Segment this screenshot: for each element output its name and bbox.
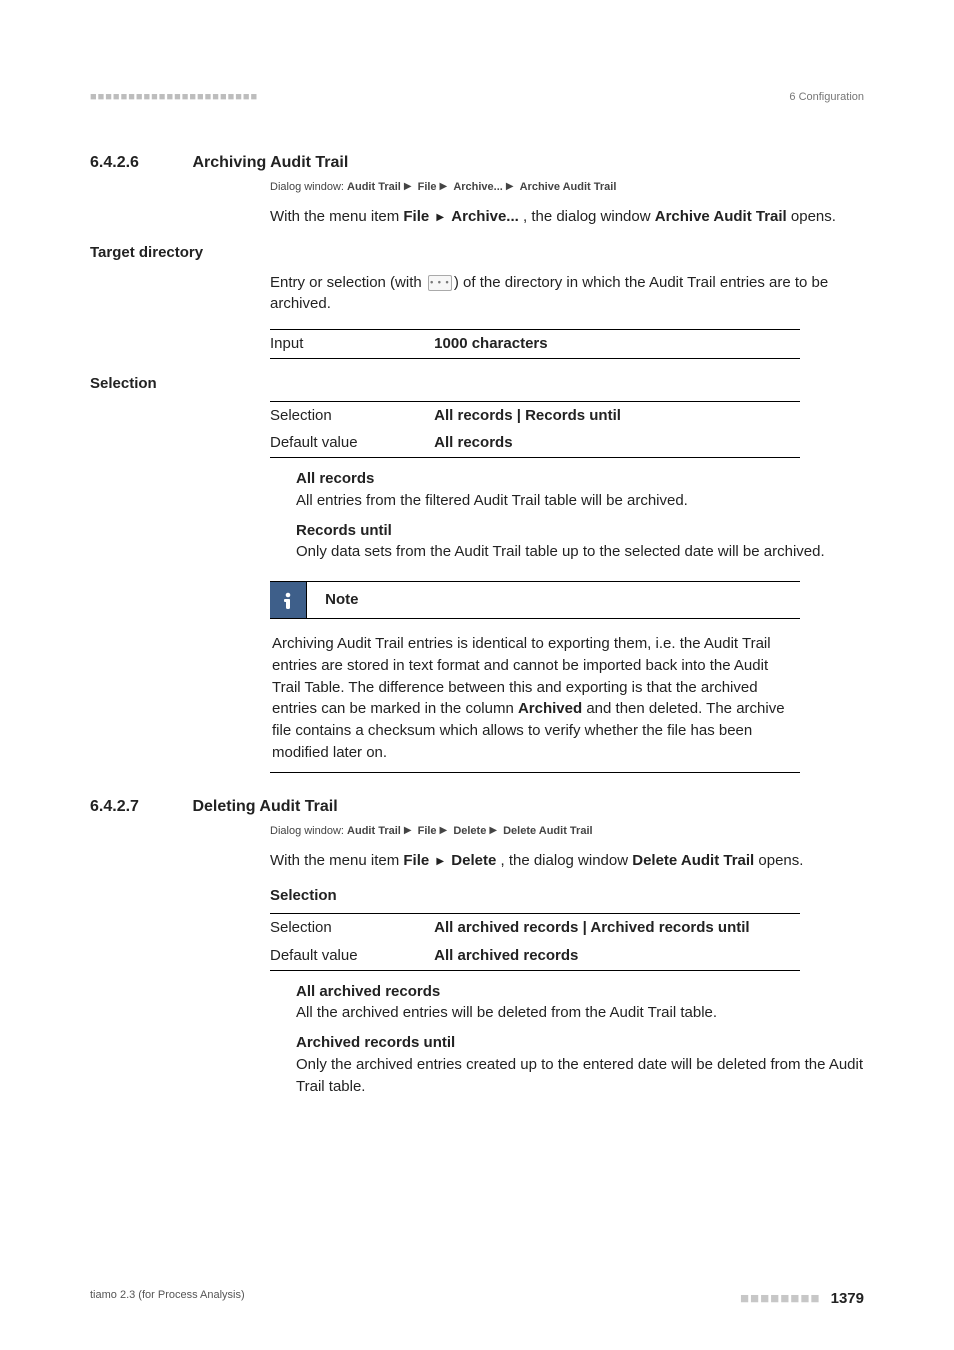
option-all-records: All records: [296, 468, 864, 490]
table-row: Selection All records | Records until: [270, 402, 800, 430]
intro-paragraph: With the menu item File ▶ Delete , the d…: [270, 850, 864, 872]
chevron-right-icon: ▶: [436, 211, 444, 226]
archived-column-label: Archived: [518, 700, 582, 717]
menu-file: File: [403, 852, 429, 869]
section-title: Deleting Audit Trail: [192, 795, 337, 818]
input-limits-table: Input 1000 characters: [270, 329, 800, 359]
page-number: 1379: [831, 1290, 864, 1307]
menu-delete: Delete: [451, 852, 496, 869]
browse-icon: • • •: [428, 275, 452, 291]
chevron-right-icon: ▶: [436, 855, 444, 870]
row-key: Selection: [270, 917, 430, 939]
menu-archive: Archive...: [451, 208, 519, 225]
dialog-path: Dialog window: Audit Trail▶ File▶ Delete…: [270, 824, 864, 840]
dialog-part: Audit Trail: [347, 181, 401, 193]
dialog-part: Archive...: [453, 181, 503, 193]
intro-paragraph: With the menu item File ▶ Archive... , t…: [270, 206, 864, 228]
note-box: Note Archiving Audit Trail entries is id…: [270, 581, 800, 773]
row-value: 1000 characters: [434, 333, 547, 355]
option-text: Only data sets from the Audit Trail tabl…: [296, 541, 864, 563]
option-text: All the archived entries will be deleted…: [296, 1002, 864, 1024]
chevron-right-icon: ▶: [506, 180, 514, 195]
option-block: All records All entries from the filtere…: [296, 468, 864, 563]
target-dir-text: Entry or selection (with • • •) of the d…: [270, 272, 864, 316]
subheading-selection: Selection: [270, 885, 864, 907]
text: With the menu item: [270, 852, 403, 869]
chevron-right-icon: ▶: [404, 180, 412, 195]
note-body: Archiving Audit Trail entries is identic…: [270, 619, 800, 773]
selection-table: Selection All archived records | Archive…: [270, 913, 800, 971]
option-records-until: Records until: [296, 520, 864, 542]
note-label: Note: [325, 589, 358, 611]
section-heading-6426: 6.4.2.6 Archiving Audit Trail: [90, 151, 864, 174]
dialog-part: File: [418, 181, 437, 193]
text: With the menu item: [270, 208, 403, 225]
row-key: Input: [270, 333, 430, 355]
section-number: 6.4.2.6: [90, 151, 188, 174]
page-footer: tiamo 2.3 (for Process Analysis) ■■■■■■■…: [90, 1288, 864, 1310]
chevron-right-icon: ▶: [489, 824, 497, 839]
chevron-right-icon: ▶: [440, 824, 448, 839]
option-all-archived-records: All archived records: [296, 981, 864, 1003]
subheading-selection: Selection: [90, 373, 864, 395]
selection-table: Selection All records | Records until De…: [270, 401, 800, 459]
dialog-part: Audit Trail: [347, 825, 401, 837]
chevron-right-icon: ▶: [440, 180, 448, 195]
footer-product: tiamo 2.3 (for Process Analysis): [90, 1289, 245, 1301]
text: opens.: [758, 852, 803, 869]
row-value: All records: [434, 432, 512, 454]
section-number: 6.4.2.7: [90, 795, 188, 818]
dialog-part: Delete: [453, 825, 486, 837]
chapter-label: 6 Configuration: [789, 90, 864, 106]
table-row: Input 1000 characters: [270, 330, 800, 358]
dialog-part: File: [418, 825, 437, 837]
section-heading-6427: 6.4.2.7 Deleting Audit Trail: [90, 795, 864, 818]
dialog-path: Dialog window: Audit Trail▶ File▶ Archiv…: [270, 180, 864, 196]
row-key: Default value: [270, 945, 430, 967]
option-archived-records-until: Archived records until: [296, 1032, 864, 1054]
chevron-right-icon: ▶: [404, 824, 412, 839]
subheading-target-directory: Target directory: [90, 242, 864, 264]
table-row: Default value All archived records: [270, 942, 800, 970]
dialog-part: Archive Audit Trail: [520, 181, 617, 193]
footer-decoration: ■■■■■■■■: [740, 1290, 820, 1307]
dialog-name: Delete Audit Trail: [632, 852, 754, 869]
row-key: Default value: [270, 432, 430, 454]
menu-file: File: [403, 208, 429, 225]
dialog-part: Delete Audit Trail: [503, 825, 592, 837]
dialog-prefix: Dialog window:: [270, 181, 347, 193]
row-value: All archived records: [434, 945, 578, 967]
text: , the dialog window: [523, 208, 655, 225]
header-decoration: ■■■■■■■■■■■■■■■■■■■■■■: [90, 91, 258, 103]
dialog-prefix: Dialog window:: [270, 825, 347, 837]
option-block: All archived records All the archived en…: [296, 981, 864, 1098]
section-title: Archiving Audit Trail: [192, 151, 348, 174]
info-icon: [270, 582, 307, 618]
row-key: Selection: [270, 405, 430, 427]
text: , the dialog window: [500, 852, 632, 869]
option-text: Only the archived entries created up to …: [296, 1054, 864, 1098]
table-row: Selection All archived records | Archive…: [270, 914, 800, 942]
option-text: All entries from the filtered Audit Trai…: [296, 490, 864, 512]
page-header: ■■■■■■■■■■■■■■■■■■■■■■ 6 Configuration: [90, 90, 864, 106]
table-row: Default value All records: [270, 429, 800, 457]
text: Entry or selection (with: [270, 274, 426, 291]
dialog-name: Archive Audit Trail: [655, 208, 787, 225]
note-header: Note: [270, 581, 800, 619]
text: opens.: [791, 208, 836, 225]
row-value: All records | Records until: [434, 405, 621, 427]
row-value: All archived records | Archived records …: [434, 917, 749, 939]
